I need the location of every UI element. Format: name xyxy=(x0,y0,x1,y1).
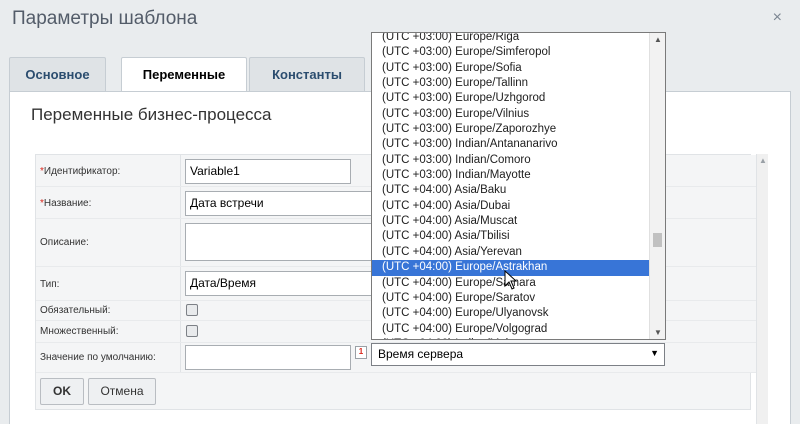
form-scrollbar[interactable]: ▲ xyxy=(756,154,768,424)
timezone-option[interactable]: (UTC +04:00) Asia/Yerevan xyxy=(372,245,650,260)
timezone-option[interactable]: (UTC +04:00) Asia/Dubai xyxy=(372,199,650,214)
form-row-buttons: OK Отмена xyxy=(36,373,760,411)
mandatory-label: Обязательный: xyxy=(40,305,111,316)
timezone-option[interactable]: (UTC +04:00) Asia/Muscat xyxy=(372,214,650,229)
mouse-cursor-icon xyxy=(504,270,518,290)
scroll-thumb[interactable] xyxy=(653,233,662,247)
tab-general[interactable]: Основное xyxy=(9,57,106,92)
type-select[interactable]: Дата/Время xyxy=(185,271,375,296)
timezone-option[interactable]: (UTC +04:00) Europe/Volgograd xyxy=(372,322,650,337)
scroll-up-icon[interactable]: ▲ xyxy=(759,156,767,165)
timezone-option[interactable]: (UTC +03:00) Indian/Antananarivo xyxy=(372,137,650,152)
timezone-option[interactable]: (UTC +03:00) Europe/Riga xyxy=(372,33,650,45)
ok-button[interactable]: OK xyxy=(40,378,84,405)
identifier-input[interactable]: Variable1 xyxy=(185,159,351,184)
type-label: Тип: xyxy=(40,279,60,290)
dialog-title: Параметры шаблона xyxy=(12,8,198,29)
calendar-icon[interactable]: 1 xyxy=(355,346,367,359)
cancel-button[interactable]: Отмена xyxy=(88,378,156,405)
default-value-input[interactable] xyxy=(185,345,351,370)
timezone-option[interactable]: (UTC +03:00) Europe/Sofia xyxy=(372,61,650,76)
timezone-option[interactable]: (UTC +04:00) Asia/Tbilisi xyxy=(372,229,650,244)
section-title: Переменные бизнес-процесса xyxy=(31,105,272,124)
timezone-options: (UTC +03:00) Europe/Riga (UTC +03:00) Eur… xyxy=(372,33,650,339)
timezone-select-value: Время сервера xyxy=(378,347,464,361)
tab-variables[interactable]: Переменные xyxy=(121,57,247,93)
timezone-option[interactable]: (UTC +03:00) Europe/Uzhgorod xyxy=(372,91,650,106)
scroll-down-icon[interactable]: ▼ xyxy=(654,328,662,337)
timezone-option[interactable]: (UTC +03:00) Indian/Comoro xyxy=(372,153,650,168)
description-label: Описание: xyxy=(40,237,89,248)
timezone-option[interactable]: (UTC +04:00) Asia/Baku xyxy=(372,183,650,198)
name-label: *Название: xyxy=(40,198,92,209)
close-icon[interactable]: × xyxy=(773,9,782,27)
tab-constants[interactable]: Константы xyxy=(249,57,365,92)
timezone-option[interactable]: (UTC +03:00) Europe/Zaporozhye xyxy=(372,122,650,137)
name-input[interactable]: Дата встречи xyxy=(185,191,375,216)
timezone-option[interactable]: (UTC +04:00) Europe/Ulyanovsk xyxy=(372,306,650,321)
timezone-select[interactable]: Время сервера ▼ xyxy=(371,343,665,366)
scroll-up-icon[interactable]: ▲ xyxy=(654,35,662,44)
timezone-option[interactable]: (UTC +03:00) Europe/Tallinn xyxy=(372,76,650,91)
description-textarea[interactable] xyxy=(185,223,375,261)
mandatory-checkbox[interactable] xyxy=(186,304,198,316)
multiple-checkbox[interactable] xyxy=(186,325,198,337)
timezone-dropdown-list[interactable]: (UTC +03:00) Europe/Riga (UTC +03:00) Eur… xyxy=(371,32,666,340)
timezone-option[interactable]: (UTC +04:00) Indian/Mahe xyxy=(372,337,650,339)
default-value-label: Значение по умолчанию: xyxy=(40,352,156,363)
dropdown-scrollbar[interactable]: ▲ ▼ xyxy=(649,33,665,339)
multiple-label: Множественный: xyxy=(40,326,119,337)
timezone-option[interactable]: (UTC +03:00) Indian/Mayotte xyxy=(372,168,650,183)
chevron-down-icon[interactable]: ▼ xyxy=(650,348,659,358)
timezone-option[interactable]: (UTC +03:00) Europe/Simferopol xyxy=(372,45,650,60)
identifier-label: *Идентификатор: xyxy=(40,166,121,177)
timezone-option[interactable]: (UTC +04:00) Europe/Saratov xyxy=(372,291,650,306)
timezone-option[interactable]: (UTC +03:00) Europe/Vilnius xyxy=(372,107,650,122)
